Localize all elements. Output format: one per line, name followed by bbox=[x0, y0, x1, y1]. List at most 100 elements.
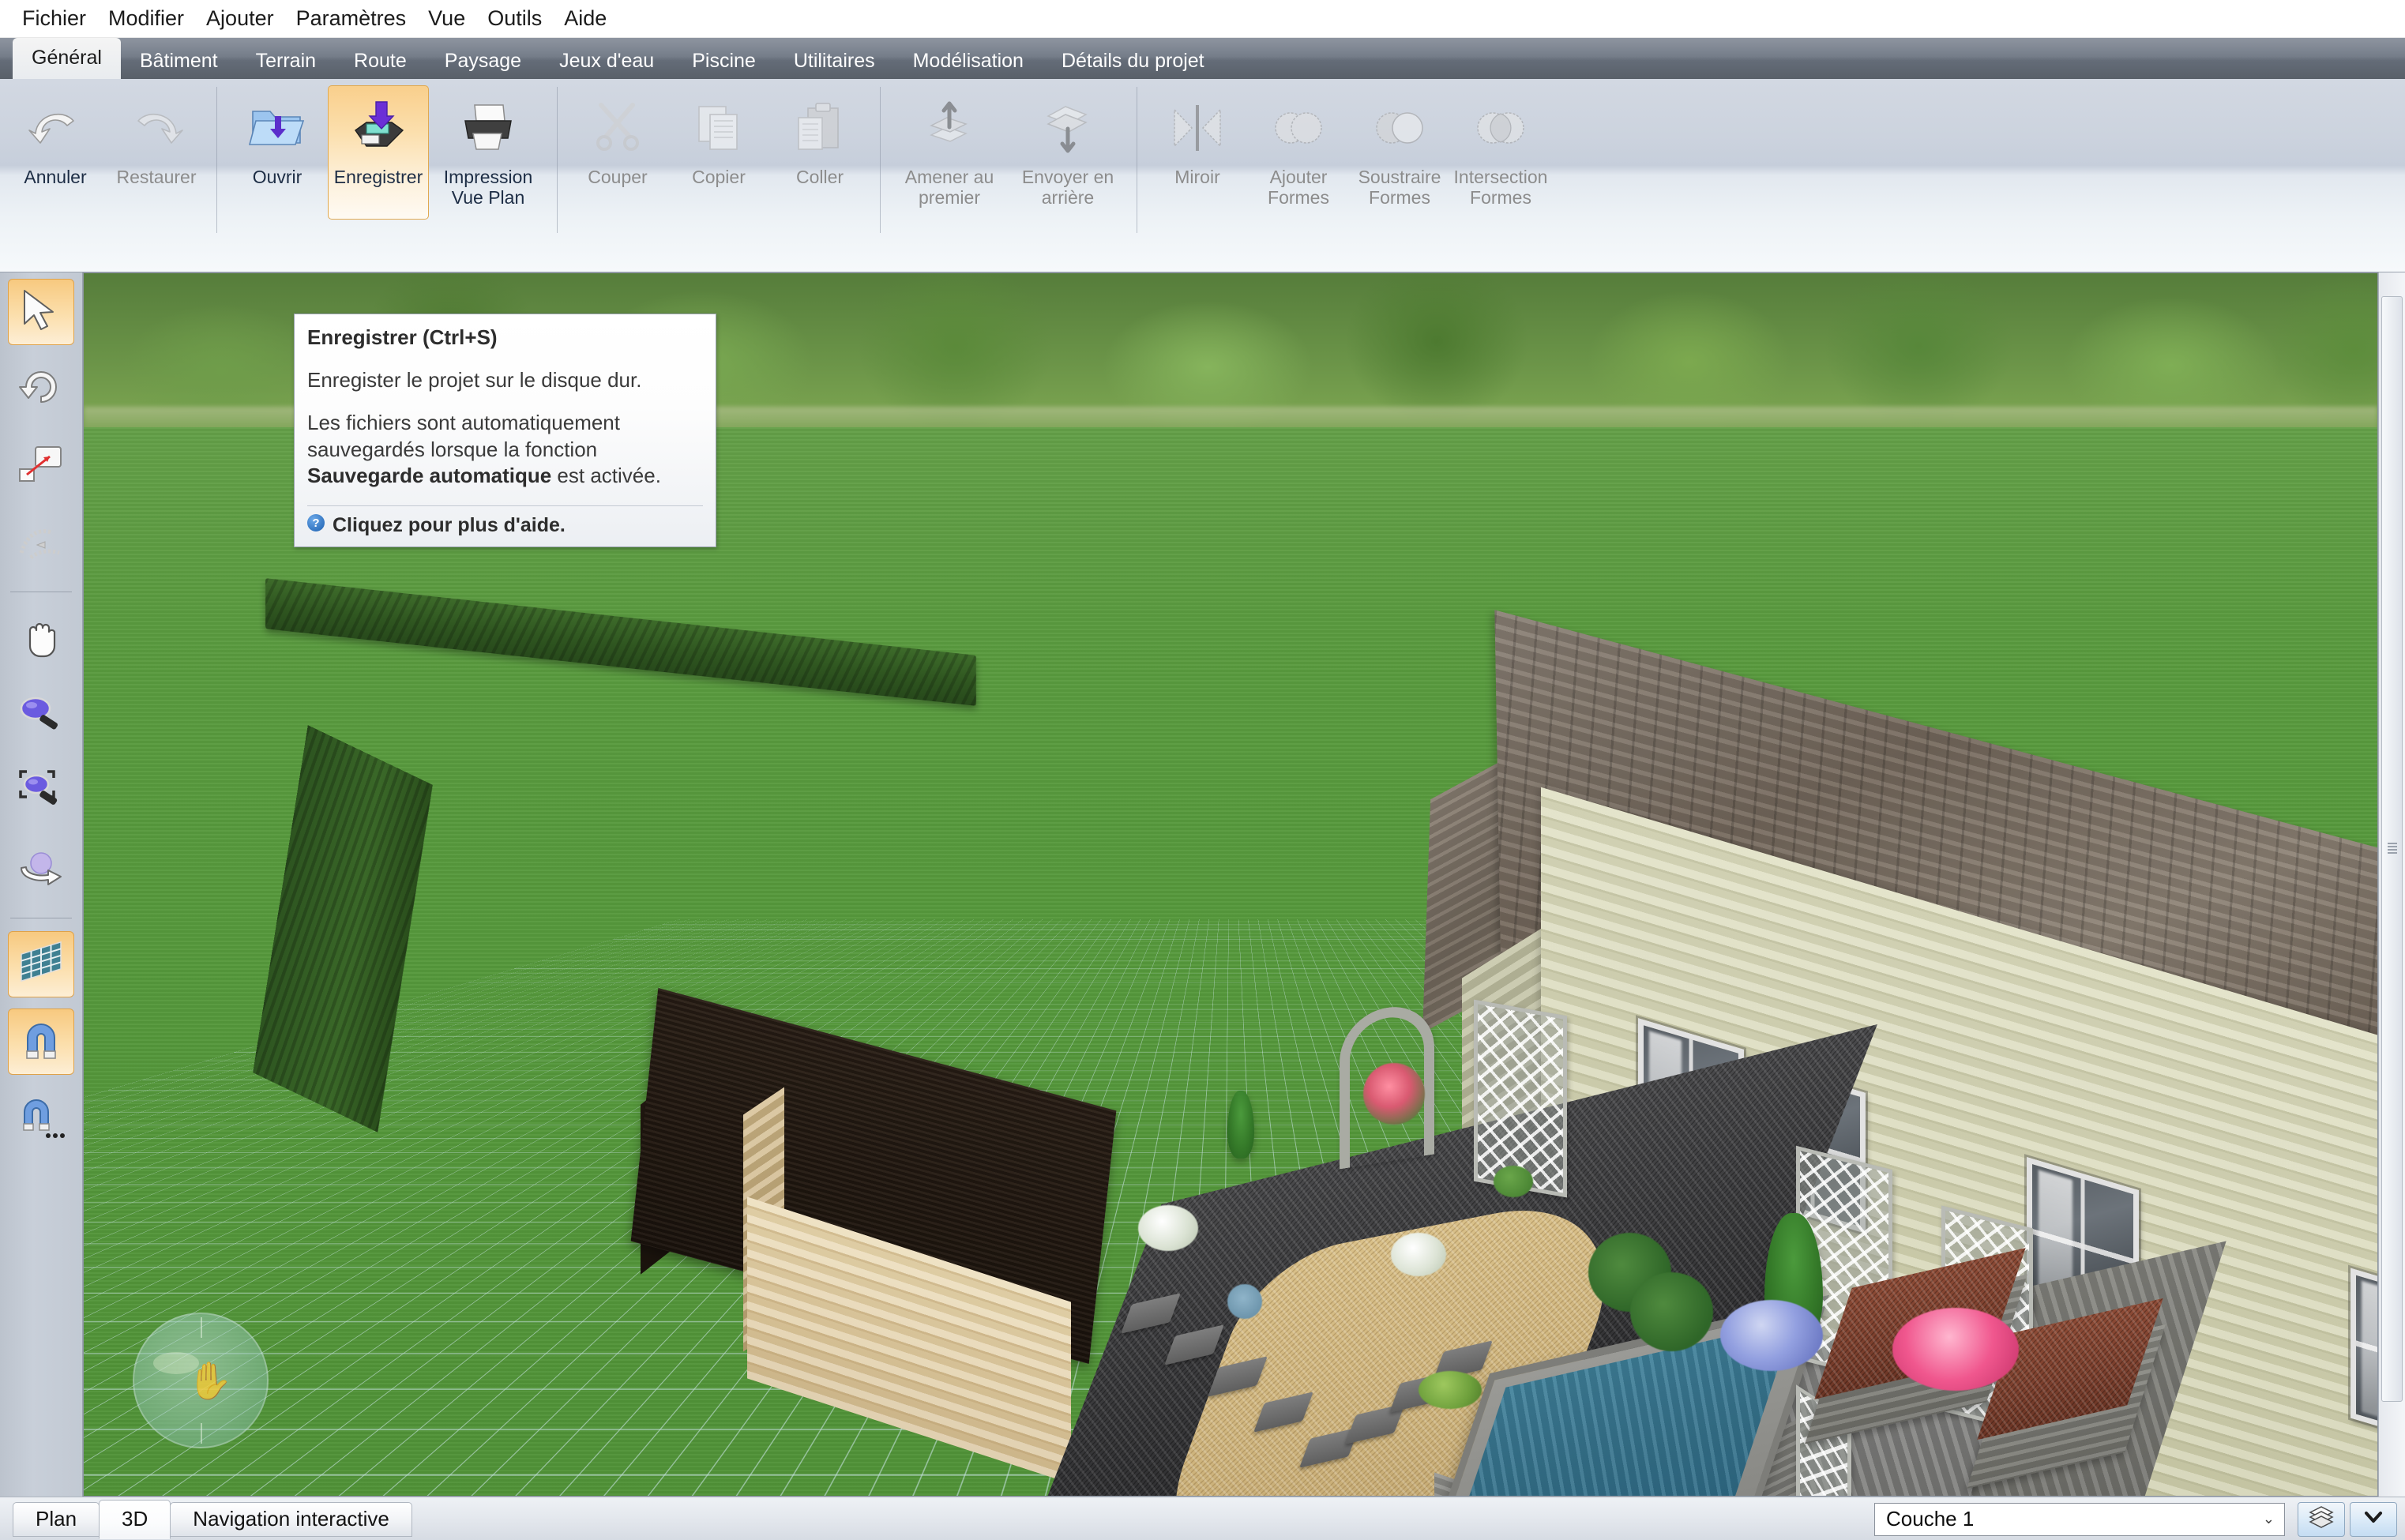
mirror-icon bbox=[1167, 97, 1228, 159]
layers-more-button[interactable] bbox=[2350, 1501, 2397, 1537]
hydrangea-blue[interactable] bbox=[1720, 1300, 1823, 1371]
tab-modelisation[interactable]: Modélisation bbox=[894, 44, 1043, 79]
tooltip-line-2-pre: Les fichiers sont automatiquement sauveg… bbox=[307, 410, 620, 461]
printer-icon bbox=[457, 97, 519, 159]
hand-icon bbox=[17, 613, 65, 664]
tab-piscine[interactable]: Piscine bbox=[673, 44, 775, 79]
bring-to-front-button[interactable]: Amener au premier bbox=[890, 85, 1009, 220]
print-plan-view-label: Impression Vue Plan bbox=[443, 167, 533, 208]
subtract-shapes-button[interactable]: Soustraire Formes bbox=[1349, 85, 1450, 220]
menu-item-vue[interactable]: Vue bbox=[417, 6, 476, 31]
layer-select-value: Couche 1 bbox=[1886, 1507, 1975, 1531]
tab-batiment[interactable]: Bâtiment bbox=[121, 44, 237, 79]
bring-to-front-icon bbox=[919, 97, 980, 159]
scrollbar-grip bbox=[2387, 843, 2397, 855]
view-tab-3d[interactable]: 3D bbox=[99, 1499, 171, 1539]
menu-item-outils[interactable]: Outils bbox=[476, 6, 553, 31]
open-button[interactable]: Ouvrir bbox=[227, 85, 328, 220]
redo-button[interactable]: Restaurer bbox=[106, 85, 207, 220]
scale-tool[interactable] bbox=[8, 434, 74, 500]
copy-button[interactable]: Copier bbox=[668, 85, 769, 220]
tooltip-line-1: Enregister le projet sur le disque dur. bbox=[307, 368, 642, 392]
tab-general[interactable]: Général bbox=[13, 38, 121, 79]
small-shrub[interactable] bbox=[1494, 1166, 1533, 1197]
tooltip-line-2: Les fichiers sont automatiquement sauveg… bbox=[307, 410, 703, 490]
snap-toggle[interactable] bbox=[8, 1009, 74, 1075]
tab-paysage[interactable]: Paysage bbox=[426, 44, 540, 79]
menu-item-fichier[interactable]: Fichier bbox=[11, 6, 97, 31]
azalea-pink[interactable] bbox=[1892, 1308, 2019, 1391]
copy-label: Copier bbox=[692, 167, 746, 187]
navigation-compass[interactable]: ✋ bbox=[133, 1313, 269, 1448]
tooltip-line-2-post: est activée. bbox=[551, 464, 661, 488]
view-tab-plan[interactable]: Plan bbox=[13, 1501, 100, 1537]
orbit-sphere-icon bbox=[17, 844, 66, 897]
paste-button[interactable]: Coller bbox=[769, 85, 870, 220]
scale-rectangles-icon bbox=[17, 441, 66, 494]
union-shapes-button[interactable]: Ajouter Formes bbox=[1248, 85, 1349, 220]
scrollbar-thumb[interactable] bbox=[2381, 296, 2403, 1402]
compass-orbit-glyph bbox=[153, 1352, 199, 1374]
layers-button[interactable] bbox=[2298, 1501, 2345, 1537]
ribbon-separator-3 bbox=[880, 87, 881, 233]
print-plan-view-button[interactable]: Impression Vue Plan bbox=[429, 85, 547, 220]
tab-details-projet[interactable]: Détails du projet bbox=[1043, 44, 1223, 79]
left-tool-rail bbox=[0, 272, 83, 1497]
ribbon-group-history: Annuler Restaurer bbox=[0, 85, 212, 243]
compass-tick-bottom bbox=[201, 1423, 202, 1444]
menu-item-ajouter[interactable]: Ajouter bbox=[195, 6, 285, 31]
layer-select[interactable]: Couche 1 ⌄ bbox=[1874, 1502, 2285, 1536]
pan-tool[interactable] bbox=[8, 605, 74, 671]
ribbon-group-order: Amener au premier Envoyer en arrière bbox=[885, 85, 1132, 243]
ribbon-group-shapes: Miroir Ajouter Formes Soustraire Formes bbox=[1142, 85, 1556, 243]
cut-button[interactable]: Couper bbox=[567, 85, 668, 220]
send-to-back-label: Envoyer en arrière bbox=[1021, 167, 1114, 208]
menu-item-aide[interactable]: Aide bbox=[553, 6, 618, 31]
undo-button[interactable]: Annuler bbox=[5, 85, 106, 220]
floppy-save-icon bbox=[348, 97, 409, 159]
subtract-shapes-icon bbox=[1369, 97, 1430, 159]
help-icon: ? bbox=[307, 514, 325, 532]
mirror-button[interactable]: Miroir bbox=[1147, 85, 1248, 220]
zoom-tool[interactable] bbox=[8, 682, 74, 749]
orbit-tool[interactable] bbox=[8, 837, 74, 903]
magnet-dots-icon bbox=[17, 1093, 66, 1146]
scissors-icon bbox=[587, 97, 648, 159]
tab-utilitaires[interactable]: Utilitaires bbox=[775, 44, 894, 79]
select-arrow-tool[interactable] bbox=[8, 279, 74, 345]
redo-label: Restaurer bbox=[116, 167, 197, 187]
tooltip-footer[interactable]: ? Cliquez pour plus d'aide. bbox=[307, 505, 703, 547]
mirror-label: Miroir bbox=[1174, 167, 1220, 187]
chevron-down-icon bbox=[2363, 1510, 2384, 1528]
undo-arrow-icon bbox=[24, 97, 86, 159]
grid-toggle[interactable] bbox=[8, 931, 74, 997]
snap-settings[interactable] bbox=[8, 1086, 74, 1152]
redo-arrow-icon bbox=[126, 97, 187, 159]
zoom-window-tool[interactable] bbox=[8, 760, 74, 826]
tab-jeux-deau[interactable]: Jeux d'eau bbox=[540, 44, 673, 79]
white-bush[interactable] bbox=[1138, 1205, 1198, 1251]
rose-bush[interactable] bbox=[1630, 1272, 1713, 1351]
undo-label: Annuler bbox=[24, 167, 87, 187]
viewport-vertical-scrollbar[interactable] bbox=[2378, 272, 2405, 1497]
save-tooltip: Enregistrer (Ctrl+S) Enregister le proje… bbox=[294, 314, 716, 548]
intersect-shapes-button[interactable]: Intersection Formes bbox=[1450, 85, 1551, 220]
clipboard-paste-icon bbox=[789, 97, 851, 159]
grass-tuft[interactable] bbox=[1227, 1284, 1262, 1319]
layers-stack-icon bbox=[2308, 1505, 2335, 1533]
ornamental-tree[interactable] bbox=[1363, 1063, 1425, 1125]
bend-tool[interactable] bbox=[8, 511, 74, 577]
magnifier-icon bbox=[17, 689, 66, 742]
send-to-back-button[interactable]: Envoyer en arrière bbox=[1009, 85, 1127, 220]
menu-item-parametres[interactable]: Paramètres bbox=[285, 6, 418, 31]
tab-terrain[interactable]: Terrain bbox=[237, 44, 335, 79]
rotate-tool[interactable] bbox=[8, 356, 74, 423]
tab-route[interactable]: Route bbox=[335, 44, 426, 79]
menu-item-modifier[interactable]: Modifier bbox=[97, 6, 195, 31]
save-button[interactable]: Enregistrer bbox=[328, 85, 429, 220]
green-bush[interactable] bbox=[1419, 1371, 1482, 1409]
ribbon-tab-strip: Général Bâtiment Terrain Route Paysage J… bbox=[0, 38, 2405, 79]
view-tab-navigation[interactable]: Navigation interactive bbox=[170, 1501, 412, 1537]
white-bush[interactable] bbox=[1391, 1233, 1446, 1276]
cut-label: Couper bbox=[588, 167, 648, 187]
